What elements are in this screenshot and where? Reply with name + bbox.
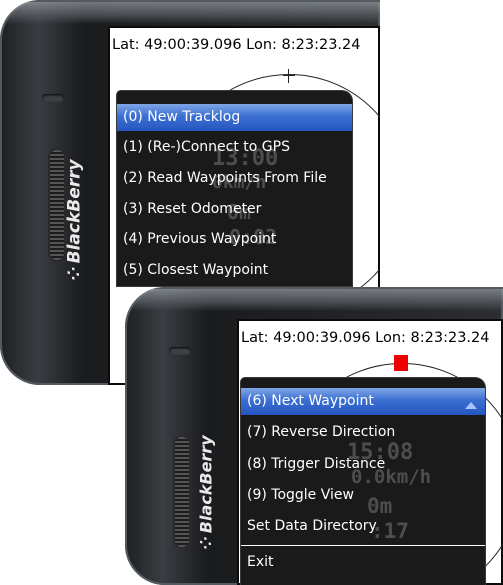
compass-north-tick	[288, 69, 289, 83]
menu-item-read-waypoints[interactable]: (2) Read Waypoints From File	[117, 165, 352, 192]
menu-item-set-data-directory[interactable]: Set Data Directory	[241, 513, 485, 540]
menu-separator	[241, 545, 485, 546]
menu-item-closest-waypoint[interactable]: (5) Closest Waypoint	[117, 257, 352, 284]
speaker-grille	[50, 150, 64, 260]
menu-item-previous-waypoint[interactable]: (4) Previous Waypoint	[117, 226, 352, 253]
blackberry-logo-icon: ⁘	[64, 267, 85, 281]
menu-item-trigger-distance[interactable]: (8) Trigger Distance	[241, 451, 485, 478]
blackberry-logo-icon: ⁘	[196, 537, 216, 550]
compass-north-crossbar	[283, 75, 295, 76]
menu-item-toggle-view[interactable]: (9) Toggle View	[241, 482, 485, 509]
latlon-readout: Lat: 49:00:39.096 Lon: 8:23:23.24	[241, 330, 490, 346]
bezel-highlight	[129, 289, 503, 311]
latlon-readout: Lat: 49:00:39.096 Lon: 8:23:23.24	[112, 37, 361, 53]
menu-item-exit[interactable]: Exit	[241, 549, 485, 576]
sensor	[42, 94, 64, 102]
menu-item-connect-gps[interactable]: (1) (Re-)Connect to GPS	[117, 134, 352, 161]
context-menu-top: 13:00 0km/h 0m 0:02 (0) New Tracklog (1)…	[117, 91, 352, 286]
context-menu-bottom: 15:08 0.0km/h 0m :17 (6) Next Waypoint (…	[241, 378, 485, 585]
menu-item-reverse-direction[interactable]: (7) Reverse Direction	[241, 419, 485, 446]
menu-item-next-waypoint[interactable]: (6) Next Waypoint	[241, 388, 485, 415]
brand-label: ⁘BlackBerry	[64, 159, 85, 281]
bezel-highlight	[4, 2, 380, 24]
scroll-up-arrow-icon[interactable]	[465, 402, 477, 409]
speaker-grille	[175, 437, 189, 547]
brand-label: ⁘BlackBerry	[196, 435, 216, 550]
menu-item-reset-odometer[interactable]: (3) Reset Odometer	[117, 196, 352, 223]
sensor	[169, 347, 191, 355]
menu-item-new-tracklog[interactable]: (0) New Tracklog	[117, 104, 352, 131]
waypoint-marker-icon	[394, 355, 408, 371]
